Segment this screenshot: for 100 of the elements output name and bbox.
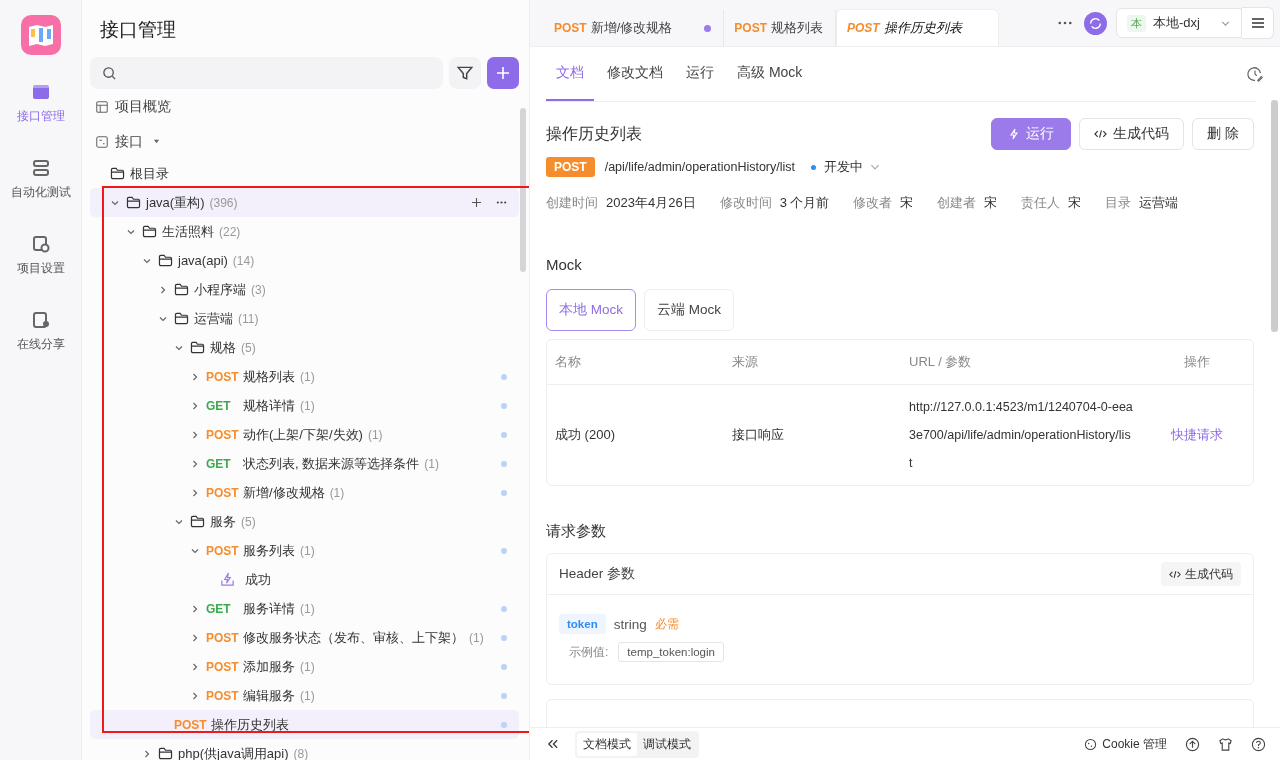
chevron-icon[interactable]: [142, 748, 152, 759]
tree-item[interactable]: POST 操作历史列表: [90, 710, 519, 739]
tree-item[interactable]: php(供java调用api) (8): [90, 739, 519, 760]
meta-value: 2023年4月26日: [606, 194, 696, 212]
table-cell-text: http://127.0.0.1:4523/m1/1240704-0-eea3e700/api/life/admin/operationHistory/list: [908, 399, 1133, 472]
editor-tab[interactable]: POST 操作历史列表: [835, 9, 999, 46]
doc-tab[interactable]: 修改文档: [597, 47, 673, 101]
folder-icon: [190, 341, 205, 354]
menu-icon: [1249, 15, 1266, 31]
environment-select[interactable]: 本 本地-dxj: [1116, 8, 1242, 38]
shirt-icon[interactable]: [1218, 736, 1233, 752]
tree-item[interactable]: POST 添加服务 (1): [90, 652, 519, 681]
doc-tab[interactable]: 运行: [676, 47, 724, 101]
scrollbar[interactable]: [1271, 100, 1278, 332]
help-icon[interactable]: [1251, 736, 1266, 752]
rail-nav-item[interactable]: 自动化测试: [10, 158, 71, 234]
doc-tab[interactable]: 文档: [546, 47, 594, 101]
meta-label: 创建者: [937, 194, 977, 212]
chevron-icon[interactable]: [190, 371, 200, 382]
mode-toggle[interactable]: 调试模式: [637, 732, 697, 756]
sync-icon[interactable]: [1084, 11, 1107, 35]
tree-item[interactable]: GET 服务详情 (1): [90, 594, 519, 623]
search-field[interactable]: [90, 57, 443, 89]
meta-value: 宋: [1068, 194, 1082, 212]
tree-item[interactable]: 成功: [90, 565, 519, 594]
meta-label: 责任人: [1021, 194, 1061, 212]
column-header: URL / 参数: [908, 353, 973, 371]
clock-edit-icon[interactable]: [1246, 65, 1264, 83]
cookie-icon: [1084, 737, 1098, 751]
section-heading: Mock: [546, 256, 583, 273]
tree-item[interactable]: 根目录: [90, 159, 519, 188]
tree-item[interactable]: POST 新增/修改规格 (1): [90, 478, 519, 507]
chevron-icon[interactable]: [190, 458, 200, 469]
status-dot: [811, 164, 817, 170]
chevron-icon[interactable]: [190, 603, 200, 614]
column-header: 操作: [1183, 353, 1211, 371]
more-icon[interactable]: [1058, 21, 1072, 25]
add-button[interactable]: [487, 57, 519, 89]
folder-icon: [174, 283, 189, 296]
scrollbar[interactable]: [520, 108, 526, 272]
rail-nav-item[interactable]: 接口管理: [16, 82, 65, 158]
mode-toggle[interactable]: 文档模式: [577, 732, 637, 756]
tree-item[interactable]: 服务 (5): [90, 507, 519, 536]
status-select[interactable]: 开发中: [811, 158, 882, 176]
nav-item[interactable]: 项目概览: [90, 89, 519, 124]
tree-item[interactable]: POST 修改服务状态（发布、审核、上下架） (1): [90, 623, 519, 652]
rail-nav-item[interactable]: 项目设置: [16, 234, 65, 310]
folder-icon: [174, 312, 189, 325]
generate-code-button[interactable]: 生成代码: [1079, 118, 1185, 150]
editor-tab[interactable]: POST 规格列表: [724, 10, 836, 46]
mock-tab[interactable]: 本地 Mock: [546, 289, 636, 331]
meta-label: 创建时间: [546, 194, 598, 212]
generate-code-button[interactable]: 生成代码: [1161, 562, 1241, 586]
meta-value: 3 个月前: [779, 194, 830, 212]
tree-item[interactable]: 小程序端 (3): [90, 275, 519, 304]
editor-tab[interactable]: POST 新增/修改规格: [544, 10, 725, 46]
quick-request-link[interactable]: 快捷请求: [1171, 427, 1223, 442]
upload-icon[interactable]: [1185, 736, 1200, 752]
doc-tab[interactable]: 高级 Mock: [727, 47, 813, 101]
tree-item[interactable]: POST 编辑服务 (1): [90, 681, 519, 710]
folder-icon: [142, 225, 157, 238]
rail-nav-item[interactable]: 在线分享: [16, 310, 65, 386]
tree-item[interactable]: 运营端 (11): [90, 304, 519, 333]
collapse-icon[interactable]: [546, 738, 559, 750]
column-header: 来源: [731, 353, 759, 371]
tree-item[interactable]: 生活照料 (22): [90, 217, 519, 246]
chevron-icon[interactable]: [158, 284, 168, 295]
tree-item[interactable]: POST 动作(上架/下架/失效) (1): [90, 420, 519, 449]
chevron-icon[interactable]: [190, 429, 200, 440]
meta-label: 修改者: [853, 194, 893, 212]
mock-tab[interactable]: 云端 Mock: [644, 289, 735, 331]
chevron-icon[interactable]: [190, 661, 200, 672]
delete-button[interactable]: 删 除: [1192, 118, 1254, 150]
tree-item[interactable]: java(api) (14): [90, 246, 519, 275]
chevron-icon[interactable]: [190, 487, 200, 498]
chevron-icon[interactable]: [190, 690, 200, 701]
example-value: temp_token:login: [618, 642, 724, 662]
plus-icon: [495, 65, 511, 81]
caret-icon[interactable]: [153, 138, 160, 145]
tree-item[interactable]: java(重构) (396): [90, 188, 519, 217]
meta-value: 宋: [900, 194, 914, 212]
example-label: 示例值:: [569, 643, 609, 661]
chevron-icon[interactable]: [190, 400, 200, 411]
column-header: 名称: [554, 353, 582, 371]
tree-item[interactable]: POST 服务列表 (1): [90, 536, 519, 565]
cookie-button[interactable]: Cookie 管理: [1084, 735, 1167, 753]
method-badge: POST: [546, 157, 595, 177]
filter-button[interactable]: [449, 57, 481, 89]
chevron-icon[interactable]: [190, 632, 200, 643]
tree-item[interactable]: POST 规格列表 (1): [90, 362, 519, 391]
app-logo: [20, 15, 61, 55]
menu-button[interactable]: [1242, 7, 1274, 39]
add-icon[interactable]: [471, 197, 482, 208]
nav-item[interactable]: 接口: [90, 124, 519, 159]
tree-item[interactable]: GET 规格详情 (1): [90, 391, 519, 420]
meta-value: 运营端: [1139, 194, 1179, 212]
layout-icon: [95, 99, 109, 114]
tree-item[interactable]: GET 状态列表, 数据来源等选择条件 (1): [90, 449, 519, 478]
tree-item[interactable]: 规格 (5): [90, 333, 519, 362]
folder-icon: [190, 515, 205, 528]
